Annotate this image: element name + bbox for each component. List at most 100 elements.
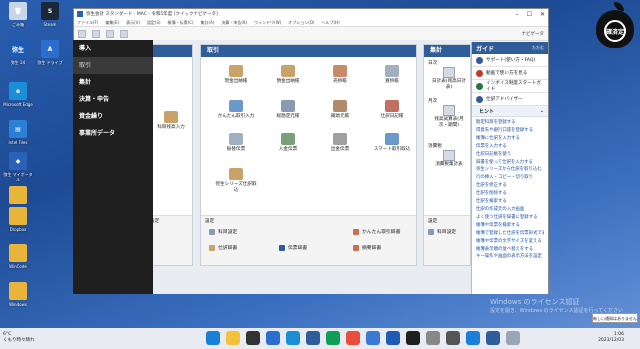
trial-balance-tile[interactable]: 残高試算表(月次・期間) [432, 105, 466, 128]
taskbar-app-icon[interactable] [346, 331, 360, 345]
hint-link[interactable]: 帳簿表示順の並べ替えをする [476, 246, 544, 254]
menu-item[interactable]: 帳簿・伝票(C) [168, 20, 194, 26]
guide-collapse-button[interactable]: たたむ [532, 45, 544, 51]
taskbar-app-icon[interactable] [406, 331, 420, 345]
hint-link[interactable]: 帳簿に仕訳を入力する [476, 135, 544, 143]
taskbar-app-icon[interactable] [426, 331, 440, 345]
guide-link[interactable]: 動画で使い方を見る [472, 67, 548, 80]
hint-link[interactable]: 行の挿入・コピー・切り取り [476, 174, 544, 182]
hint-link[interactable]: 仕訳日記帳を使う [476, 151, 544, 159]
hint-link[interactable]: 仕訳を削除する [476, 190, 544, 198]
torihiki-tile[interactable]: 預金出納帳 [267, 65, 309, 85]
desktop-icon[interactable]: WinCode [2, 244, 34, 269]
torihiki-tile[interactable]: スマート取引取込 [371, 133, 413, 153]
torihiki-tile[interactable]: 売掛帳 [319, 65, 361, 85]
maximize-button[interactable]: ☐ [527, 11, 532, 18]
opening-balance-tile[interactable]: 科目残高入力 [148, 111, 194, 131]
consumption-tax-tile[interactable]: 消費税集計表 [432, 150, 466, 168]
hint-link[interactable]: よく使う仕訳を辞書に登録する [476, 214, 544, 222]
guide-link[interactable]: 仕訳アドバイザー [472, 93, 548, 106]
weather-widget[interactable]: 6°C くもり時々晴れ [3, 332, 35, 344]
settings-link[interactable]: 摘要辞書 [353, 244, 381, 251]
torihiki-tile[interactable]: 買掛帳 [371, 65, 413, 85]
desktop-icon[interactable]: ◆ 弥生 マイポータル [2, 152, 34, 182]
left-menu-item[interactable]: 取引 [73, 57, 153, 74]
taskbar-app-icon[interactable] [206, 331, 220, 345]
settings-link[interactable]: かんたん取引辞書 [353, 228, 400, 235]
torihiki-tile[interactable]: 出金伝票 [319, 133, 361, 153]
menu-item[interactable]: 編集(E) [105, 20, 119, 26]
hint-link[interactable]: 得意先や銀行口座を登録する [476, 127, 544, 135]
navigator-button[interactable]: ナビゲータ [522, 31, 545, 37]
hint-link[interactable]: 辞書を使って仕訳を入力する [476, 159, 544, 167]
chevron-down-icon[interactable]: ⌄ [540, 108, 544, 114]
hint-link[interactable]: 帳簿で登録した仕訳を伝票形式で表示する [476, 230, 544, 238]
desktop-icon[interactable]: S Steam [34, 2, 66, 27]
menu-item[interactable]: 集計(A) [201, 20, 215, 26]
close-button[interactable]: ✕ [540, 11, 545, 18]
desktop-icon[interactable]: ▤ Intel Files [2, 120, 34, 145]
settings-link[interactable]: 科目設定 [209, 228, 237, 235]
guide-link[interactable]: インボイス制度スタートガイド [472, 80, 548, 93]
torihiki-tile[interactable]: 入金伝票 [267, 133, 309, 153]
torihiki-tile[interactable]: 総勘定元帳 [267, 100, 309, 120]
menu-item[interactable]: 表示(V) [126, 20, 140, 26]
toolbar-button[interactable] [92, 29, 100, 38]
taskbar-app-icon[interactable] [486, 331, 500, 345]
hint-link[interactable]: 伝票を入力する [476, 143, 544, 151]
hint-link[interactable]: 弥生シリーズから仕訳を取り込む [476, 166, 544, 174]
menu-item[interactable]: 決算・申告(K) [221, 20, 247, 26]
taskbar-app-icon[interactable] [306, 331, 320, 345]
taskbar-app-icon[interactable] [386, 331, 400, 345]
torihiki-tile[interactable]: 現金出納帳 [215, 65, 257, 85]
left-menu-item[interactable]: 集計 [73, 74, 153, 91]
taskbar-app-icon[interactable] [506, 331, 520, 345]
shuukei-account-settings-link[interactable]: 科目設定 [428, 228, 456, 235]
toolbar-button[interactable] [106, 29, 114, 38]
hint-link[interactable]: 勘定科目を登録する [476, 119, 544, 127]
taskbar-app-icon[interactable] [286, 331, 300, 345]
taskbar-app-icon[interactable] [246, 331, 260, 345]
desktop-icon[interactable] [2, 186, 34, 206]
desktop-icon[interactable]: Dropbox [2, 207, 34, 232]
left-menu-item[interactable]: 決算・申告 [73, 91, 153, 108]
toolbar-button[interactable] [78, 29, 86, 38]
desktop-icon[interactable]: 弥生 弥生 24 [2, 40, 34, 65]
torihiki-tile[interactable]: かんたん取引入力 [215, 100, 257, 120]
hint-link[interactable]: 仕訳の作成元の入力画面 [476, 206, 544, 214]
hint-section-header[interactable]: ヒント ⌄ [472, 106, 548, 117]
menu-item[interactable]: 設定(S) [147, 20, 161, 26]
minimize-button[interactable]: – [516, 11, 519, 18]
left-menu-item[interactable]: 事業所データ [73, 125, 153, 142]
torihiki-tile[interactable]: 仕訳日記帳 [371, 100, 413, 120]
taskbar-app-icon[interactable] [226, 331, 240, 345]
hint-link[interactable]: 帳簿や伝票を検索する [476, 222, 544, 230]
menu-item[interactable]: ファイル(F) [77, 20, 98, 26]
toolbar-button[interactable] [120, 29, 128, 38]
torihiki-tile[interactable]: 振替伝票 [215, 133, 257, 153]
hint-link[interactable]: 仕訳を修正する [476, 182, 544, 190]
system-tray-clock[interactable]: 1:06 2023/12/03 [598, 332, 624, 344]
settings-link[interactable]: 伝票辞書 [279, 244, 307, 251]
taskbar-app-icon[interactable] [466, 331, 480, 345]
hint-link[interactable]: キー操作や画面の表示方法を設定 [476, 253, 544, 261]
taskbar-app-icon[interactable] [326, 331, 340, 345]
hint-link[interactable]: 帳簿や伝票の文字サイズを変える [476, 238, 544, 246]
desktop-icon[interactable]: Windows [2, 282, 34, 307]
taskbar-app-icon[interactable] [446, 331, 460, 345]
menu-item[interactable]: オプション(O) [288, 20, 314, 26]
desktop-icon[interactable]: A 弥生 ドライブ [34, 40, 66, 65]
left-menu-item[interactable]: 導入 [73, 40, 153, 57]
left-menu-item[interactable]: 資金繰り [73, 108, 153, 125]
menu-item[interactable]: ウィンドウ(W) [254, 20, 281, 26]
taskbar-app-icon[interactable] [366, 331, 380, 345]
menu-item[interactable]: ヘルプ(H) [322, 20, 340, 26]
torihiki-tile[interactable]: 弥生シリーズ仕訳取込 [215, 168, 257, 193]
hint-link[interactable]: 仕訳を検索する [476, 198, 544, 206]
guide-link[interactable]: サポート(使い方・FAQ) [472, 54, 548, 67]
desktop-icon[interactable]: 🗑 ごみ箱 [2, 2, 34, 27]
settings-link[interactable]: 仕訳辞書 [209, 244, 237, 251]
torihiki-tile[interactable]: 補助元帳 [319, 100, 361, 120]
taskbar-app-icon[interactable] [266, 331, 280, 345]
desktop-icon[interactable]: e Microsoft Edge [2, 82, 34, 107]
